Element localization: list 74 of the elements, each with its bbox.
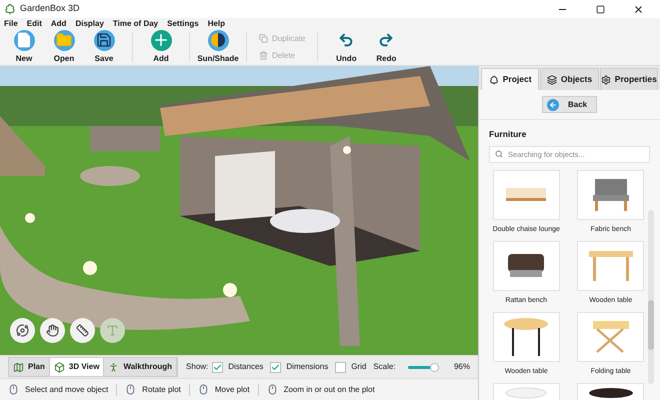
view-mode-tab[interactable]: Plan	[9, 358, 50, 376]
checkbox-label: Distances	[228, 361, 264, 373]
view-mode-tab[interactable]: Walkthrough	[104, 358, 178, 376]
window-title: GardenBox 3D	[20, 2, 80, 16]
cube-icon	[54, 362, 65, 372]
text-icon	[106, 324, 119, 337]
copy-icon	[259, 34, 268, 43]
back-button[interactable]: Back	[542, 96, 597, 113]
section-title: Furniture	[489, 128, 528, 141]
furniture-drawing	[586, 250, 635, 282]
settings-icon	[600, 74, 611, 84]
furniture-drawing	[590, 320, 631, 354]
close-icon[interactable]	[633, 4, 644, 14]
toolbar-button[interactable]: Undo	[326, 30, 366, 64]
menu-item[interactable]: Edit	[26, 20, 42, 28]
panel-tab[interactable]: Properties	[600, 68, 658, 90]
show-label: Show:	[186, 361, 208, 373]
scale-reading: 96%	[454, 361, 470, 373]
tree-icon	[488, 74, 499, 84]
mouse-icon	[8, 384, 19, 395]
furniture-drawing	[586, 386, 635, 399]
search-icon	[495, 150, 503, 158]
furniture-drawing	[504, 386, 548, 399]
view-mode-tab[interactable]: 3D View	[50, 358, 104, 376]
furniture-drawing	[506, 252, 546, 279]
app-logo-icon	[4, 3, 16, 15]
menu-item[interactable]: Time of Day	[112, 20, 158, 28]
checkbox[interactable]	[212, 362, 224, 372]
menu-item[interactable]: Add	[50, 20, 66, 28]
trash-icon	[259, 51, 268, 60]
toolbar-button[interactable]: Save	[84, 30, 124, 64]
ruler-icon	[76, 324, 89, 337]
menu-item[interactable]: Display	[75, 20, 104, 28]
checkbox-label: Dimensions	[286, 361, 328, 373]
object-thumbnail[interactable]	[577, 312, 644, 362]
person-icon	[108, 362, 120, 372]
mouse-icon	[266, 384, 278, 395]
object-thumbnail[interactable]	[492, 170, 560, 220]
toolbar-button[interactable]: Open	[44, 30, 84, 64]
toolbar-button[interactable]: New	[4, 30, 44, 64]
checkbox[interactable]	[270, 362, 282, 372]
scale-slider[interactable]	[408, 362, 436, 372]
checkbox-label: Grid	[351, 361, 366, 373]
maximize-icon[interactable]	[596, 4, 605, 14]
folder-icon	[54, 30, 74, 50]
furniture-drawing	[502, 316, 550, 357]
scrollbar-thumb[interactable]	[648, 300, 654, 350]
object-thumbnail[interactable]	[577, 170, 644, 220]
checkbox[interactable]	[335, 362, 346, 372]
toolbar-button[interactable]: Add	[141, 30, 181, 64]
toolbar-button[interactable]: Redo	[366, 30, 406, 64]
menu-item[interactable]: Help	[208, 20, 226, 28]
panel-tab[interactable]: Objects	[540, 68, 599, 90]
object-thumbnail[interactable]	[492, 312, 560, 362]
furniture-drawing	[504, 186, 548, 203]
object-thumbnail[interactable]	[577, 240, 644, 291]
status-hint: Zoom in or out on the plot	[284, 384, 375, 396]
toolbar-button[interactable]: Sun/Shade	[198, 30, 238, 64]
status-hint: Select and move object	[25, 384, 108, 396]
mouse-icon	[198, 384, 209, 395]
menu-item[interactable]: Settings	[167, 20, 199, 28]
panel-tab[interactable]: Project	[481, 68, 540, 90]
scale-label: Scale:	[373, 361, 396, 373]
save-icon	[94, 30, 114, 50]
furniture-drawing	[590, 178, 631, 212]
map-icon	[13, 362, 24, 372]
orbit-icon	[16, 324, 29, 337]
object-thumbnail[interactable]	[492, 240, 560, 291]
mouse-icon	[125, 384, 136, 395]
status-hint: Rotate plot	[142, 384, 181, 396]
layers-icon	[546, 74, 557, 84]
hand-icon	[46, 324, 59, 337]
menu-item[interactable]: File	[4, 20, 18, 28]
status-hint: Move plot	[214, 384, 250, 396]
